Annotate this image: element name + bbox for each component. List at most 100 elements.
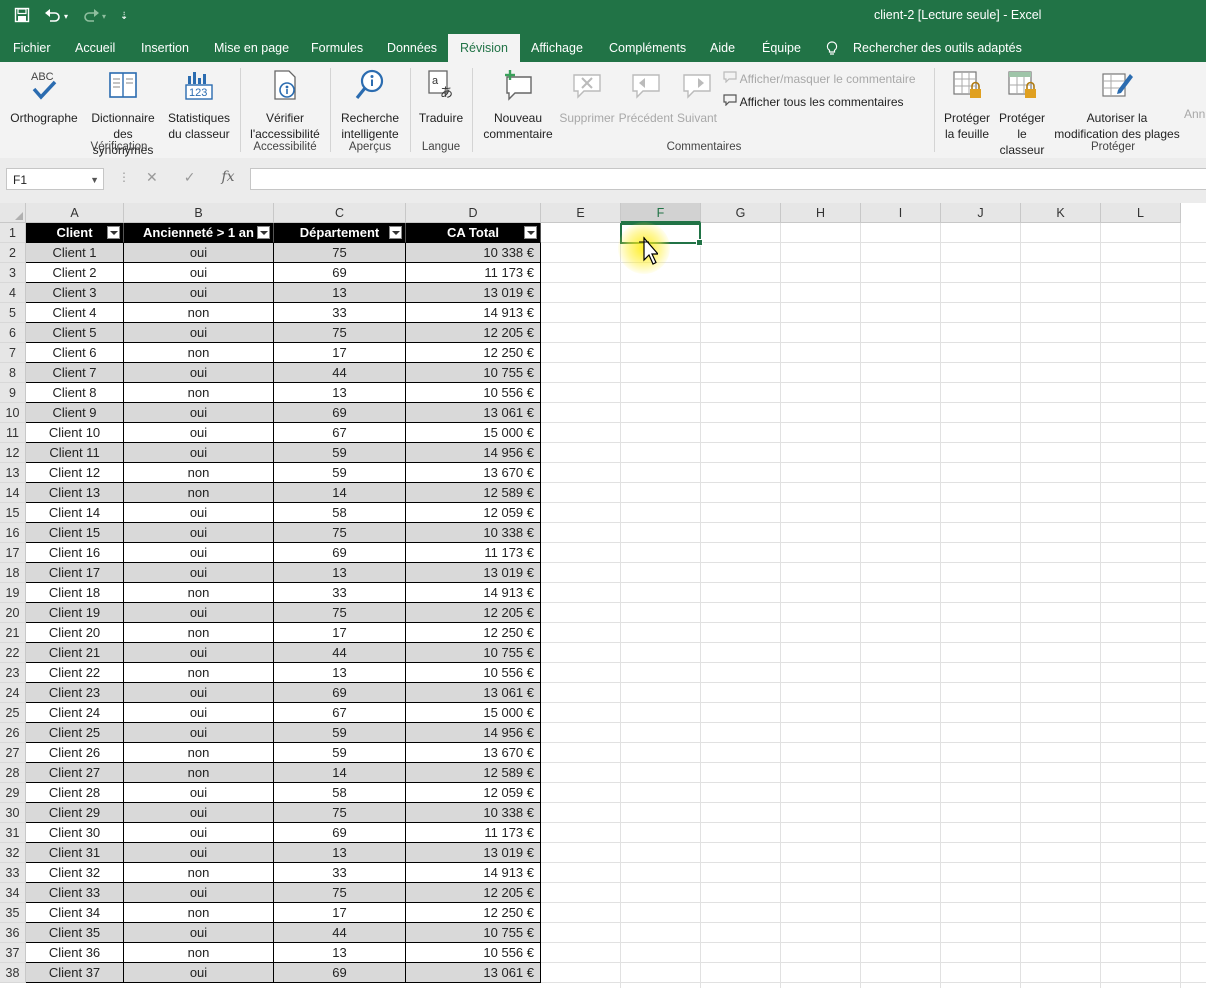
tab-accueil[interactable]: Accueil xyxy=(75,41,115,55)
table-cell[interactable]: Client 17 xyxy=(26,563,124,583)
table-cell[interactable]: oui xyxy=(124,723,274,743)
table-cell[interactable]: Client 10 xyxy=(26,423,124,443)
table-cell[interactable]: 33 xyxy=(274,863,406,883)
row-header[interactable]: 37 xyxy=(0,943,26,963)
filter-dropdown-icon[interactable] xyxy=(389,226,402,239)
table-cell[interactable]: 10 556 € xyxy=(406,663,541,683)
table-cell[interactable]: non xyxy=(124,623,274,643)
traduire-button[interactable]: aあ Traduire xyxy=(414,68,468,126)
row-header[interactable]: 36 xyxy=(0,923,26,943)
row-header[interactable]: 32 xyxy=(0,843,26,863)
table-cell[interactable]: 10 556 € xyxy=(406,943,541,963)
table-cell[interactable]: 13 xyxy=(274,383,406,403)
save-icon[interactable] xyxy=(14,7,30,26)
table-cell[interactable]: 44 xyxy=(274,923,406,943)
table-cell[interactable]: 12 059 € xyxy=(406,503,541,523)
table-cell[interactable]: 14 913 € xyxy=(406,863,541,883)
table-cell[interactable]: 11 173 € xyxy=(406,543,541,563)
table-cell[interactable]: Client 37 xyxy=(26,963,124,983)
row-header[interactable]: 20 xyxy=(0,603,26,623)
table-cell[interactable]: Client 2 xyxy=(26,263,124,283)
column-header-g[interactable]: G xyxy=(701,203,781,223)
table-cell[interactable]: 59 xyxy=(274,723,406,743)
row-header[interactable]: 31 xyxy=(0,823,26,843)
table-cell[interactable]: 13 xyxy=(274,943,406,963)
row-header[interactable]: 12 xyxy=(0,443,26,463)
table-cell[interactable]: oui xyxy=(124,543,274,563)
table-cell[interactable]: 58 xyxy=(274,783,406,803)
tab-affichage[interactable]: Affichage xyxy=(531,41,583,55)
table-cell[interactable]: Client 34 xyxy=(26,903,124,923)
table-cell[interactable]: 11 173 € xyxy=(406,263,541,283)
table-cell[interactable]: 12 250 € xyxy=(406,903,541,923)
table-cell[interactable]: 13 019 € xyxy=(406,283,541,303)
table-cell[interactable]: 12 589 € xyxy=(406,763,541,783)
table-cell[interactable]: non xyxy=(124,583,274,603)
table-header-cell[interactable]: Client xyxy=(26,223,124,243)
table-cell[interactable]: 75 xyxy=(274,803,406,823)
table-cell[interactable]: 69 xyxy=(274,823,406,843)
table-cell[interactable]: oui xyxy=(124,783,274,803)
table-cell[interactable]: 75 xyxy=(274,523,406,543)
row-header[interactable]: 29 xyxy=(0,783,26,803)
column-header-b[interactable]: B xyxy=(124,203,274,223)
row-header[interactable]: 1 xyxy=(0,223,26,243)
column-header-l[interactable]: L xyxy=(1101,203,1181,223)
row-header[interactable]: 33 xyxy=(0,863,26,883)
tab-revision[interactable]: Révision xyxy=(448,34,520,62)
table-cell[interactable]: 12 205 € xyxy=(406,323,541,343)
table-cell[interactable]: 13 xyxy=(274,663,406,683)
table-cell[interactable]: oui xyxy=(124,803,274,823)
customize-qat-icon[interactable]: ⇣ xyxy=(120,11,128,22)
column-header-c[interactable]: C xyxy=(274,203,406,223)
row-header[interactable]: 2 xyxy=(0,243,26,263)
table-cell[interactable]: Client 8 xyxy=(26,383,124,403)
verifier-accessibilite-button[interactable]: Vérifier l'accessibilité xyxy=(246,68,324,142)
table-cell[interactable]: oui xyxy=(124,323,274,343)
row-header[interactable]: 5 xyxy=(0,303,26,323)
table-cell[interactable]: 10 338 € xyxy=(406,243,541,263)
table-cell[interactable]: Client 35 xyxy=(26,923,124,943)
row-header[interactable]: 10 xyxy=(0,403,26,423)
row-header[interactable]: 14 xyxy=(0,483,26,503)
row-header[interactable]: 18 xyxy=(0,563,26,583)
table-cell[interactable]: Client 18 xyxy=(26,583,124,603)
table-cell[interactable]: Client 33 xyxy=(26,883,124,903)
table-cell[interactable]: oui xyxy=(124,423,274,443)
table-cell[interactable]: non xyxy=(124,903,274,923)
table-cell[interactable]: 13 019 € xyxy=(406,843,541,863)
row-header[interactable]: 9 xyxy=(0,383,26,403)
table-cell[interactable]: 44 xyxy=(274,643,406,663)
table-header-cell[interactable]: Département xyxy=(274,223,406,243)
table-cell[interactable]: 14 xyxy=(274,763,406,783)
row-header[interactable]: 4 xyxy=(0,283,26,303)
table-cell[interactable]: Client 5 xyxy=(26,323,124,343)
table-cell[interactable]: 12 059 € xyxy=(406,783,541,803)
table-cell[interactable]: Client 11 xyxy=(26,443,124,463)
table-cell[interactable]: 75 xyxy=(274,243,406,263)
table-cell[interactable]: Client 19 xyxy=(26,603,124,623)
table-cell[interactable]: oui xyxy=(124,703,274,723)
table-cell[interactable]: Client 13 xyxy=(26,483,124,503)
table-cell[interactable]: oui xyxy=(124,243,274,263)
tab-mise-en-page[interactable]: Mise en page xyxy=(214,41,289,55)
table-cell[interactable]: 69 xyxy=(274,963,406,983)
row-header[interactable]: 8 xyxy=(0,363,26,383)
table-cell[interactable]: Client 32 xyxy=(26,863,124,883)
table-cell[interactable]: Client 25 xyxy=(26,723,124,743)
table-cell[interactable]: 13 xyxy=(274,563,406,583)
name-box[interactable]: F1 ▼ xyxy=(6,168,104,190)
table-header-cell[interactable]: CA Total xyxy=(406,223,541,243)
table-cell[interactable]: 13 061 € xyxy=(406,963,541,983)
tab-complements[interactable]: Compléments xyxy=(609,41,686,55)
tab-fichier[interactable]: Fichier xyxy=(13,41,51,55)
table-cell[interactable]: 13 019 € xyxy=(406,563,541,583)
table-cell[interactable]: 13 670 € xyxy=(406,743,541,763)
table-cell[interactable]: Client 28 xyxy=(26,783,124,803)
spreadsheet-grid[interactable]: A B C D E F G H I J K L 1 2 3 4 5 6 7 8 9 10 11 12 13 14 15 16 17 18 1… xyxy=(0,203,1206,988)
orthographe-button[interactable]: ABC Orthographe xyxy=(8,68,80,126)
table-cell[interactable]: non xyxy=(124,483,274,503)
formula-input[interactable] xyxy=(250,168,1206,190)
table-cell[interactable]: 33 xyxy=(274,303,406,323)
table-cell[interactable]: non xyxy=(124,943,274,963)
